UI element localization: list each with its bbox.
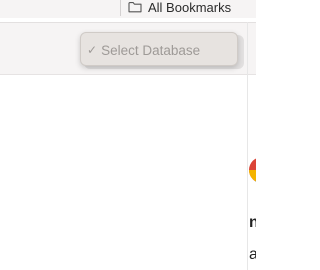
page-text-fragment-2: a xyxy=(249,246,256,263)
bookmarks-bar: All Bookmarks xyxy=(0,0,256,18)
select-database-label: Select Database xyxy=(101,42,201,58)
toolbar-bottom-divider xyxy=(0,74,256,75)
all-bookmarks-label: All Bookmarks xyxy=(148,0,232,15)
checkmark-icon: ✓ xyxy=(87,43,98,57)
page-text-fragment-1: n xyxy=(249,214,256,231)
content-divider xyxy=(247,22,248,270)
select-database-option[interactable]: ✓ Select Database xyxy=(87,40,233,60)
folder-icon xyxy=(128,2,142,13)
chrome-logo-icon xyxy=(248,156,256,184)
all-bookmarks-button[interactable]: All Bookmarks xyxy=(128,0,232,15)
bookmarks-divider xyxy=(120,0,121,16)
database-select-popup[interactable]: ✓ Select Database xyxy=(80,32,238,66)
